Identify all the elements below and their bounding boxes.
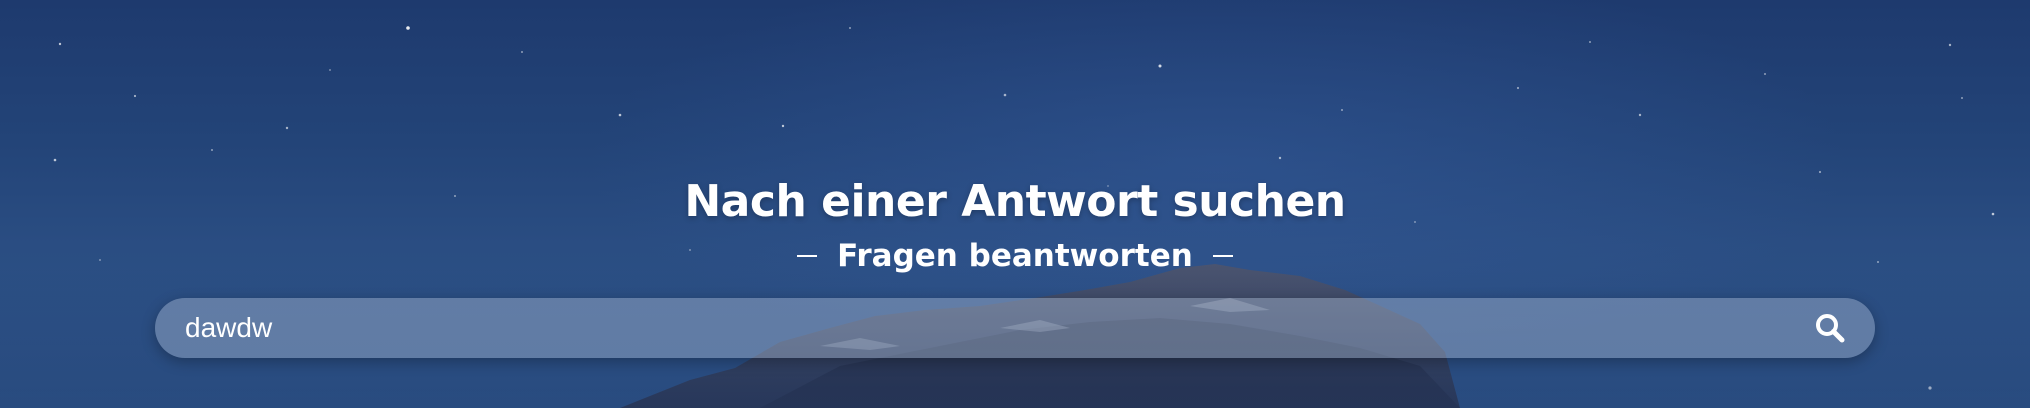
search-input[interactable] <box>185 312 1810 344</box>
search-icon <box>1816 314 1845 343</box>
subtitle-text: Fragen beantworten <box>837 238 1193 274</box>
hero-banner: Nach einer Antwort suchen Fragen beantwo… <box>0 0 2030 408</box>
page-title: Nach einer Antwort suchen <box>684 176 1346 227</box>
search-bar <box>155 298 1875 358</box>
page-subtitle: Fragen beantworten <box>0 238 2030 274</box>
subtitle-dash-right <box>1212 255 1233 257</box>
search-button[interactable] <box>1810 308 1850 348</box>
subtitle-dash-left <box>797 255 818 257</box>
